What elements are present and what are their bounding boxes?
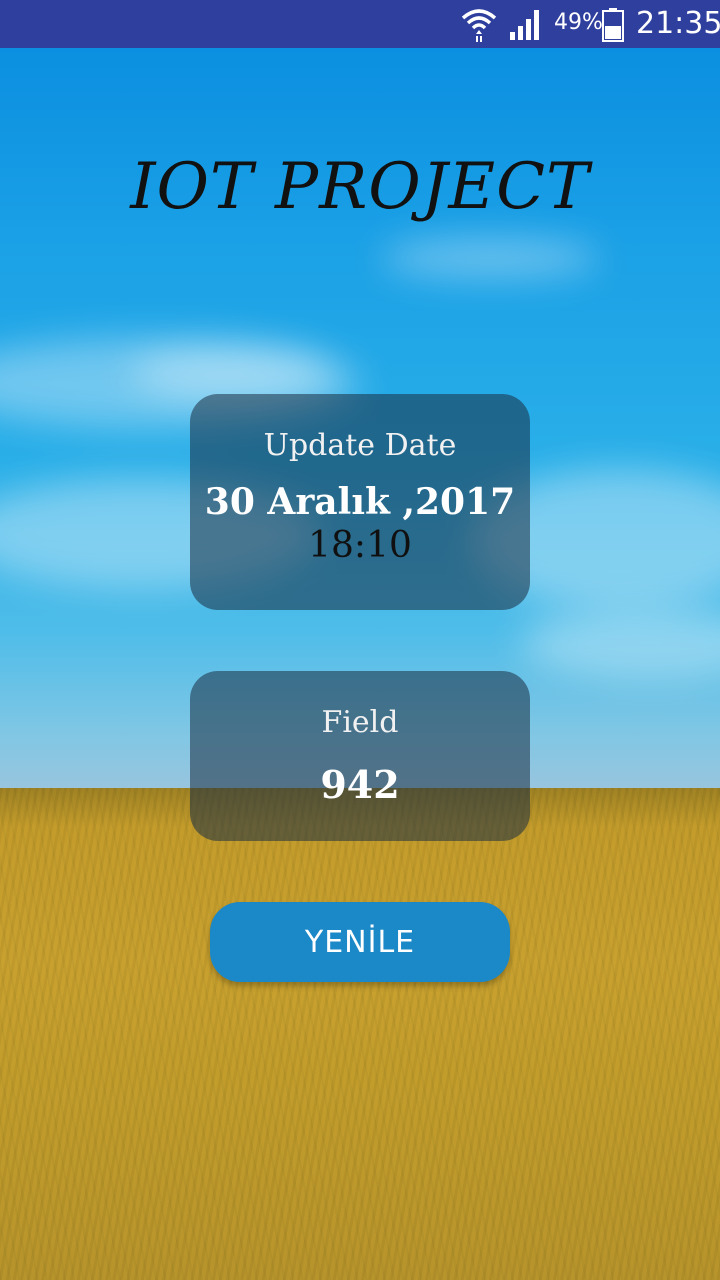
update-date-value: 30 Aralık ,2017	[204, 481, 516, 523]
signal-icon	[510, 10, 539, 40]
field-value: 942	[320, 762, 400, 807]
field-card: Field 942	[190, 671, 530, 841]
field-label: Field	[321, 705, 399, 740]
update-date-label: Update Date	[263, 428, 457, 463]
background-scene	[0, 48, 720, 1280]
grass-texture	[0, 788, 720, 1280]
cloud	[130, 348, 330, 398]
battery-percent: 49%	[554, 10, 603, 35]
status-bar: 49% 21:35	[0, 0, 720, 48]
battery-icon	[602, 8, 624, 42]
cloud	[380, 238, 600, 278]
status-clock: 21:35	[636, 6, 720, 41]
wifi-icon	[461, 9, 497, 42]
refresh-button[interactable]: YENİLE	[210, 902, 510, 982]
update-time-value: 18:10	[308, 525, 412, 566]
update-date-card: Update Date 30 Aralık ,2017 18:10	[190, 394, 530, 610]
app-title: IOT PROJECT	[130, 150, 590, 224]
